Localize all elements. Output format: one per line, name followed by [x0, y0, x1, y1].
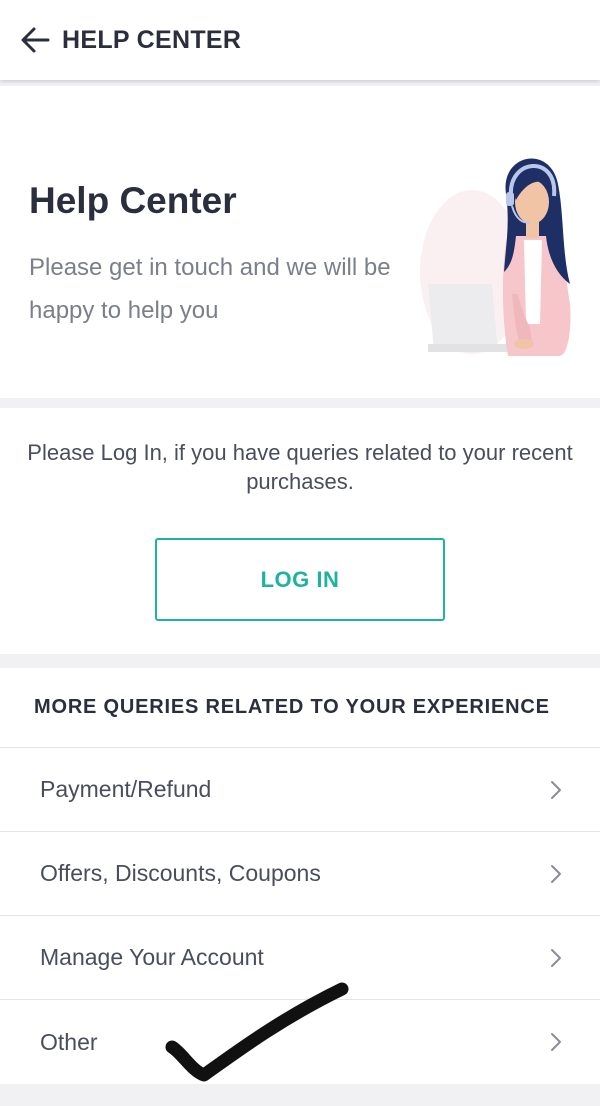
- top-app-bar: HELP CENTER: [0, 0, 600, 80]
- query-item-payment-refund[interactable]: Payment/Refund: [0, 748, 600, 832]
- hero-section: Help Center Please get in touch and we w…: [0, 86, 600, 398]
- login-prompt: Please Log In, if you have queries relat…: [27, 440, 573, 494]
- query-item-label: Offers, Discounts, Coupons: [40, 860, 321, 886]
- arrow-left-icon: [21, 27, 50, 53]
- hero-subtitle: Please get in touch and we will be happy…: [29, 254, 391, 324]
- query-item-label: Payment/Refund: [40, 776, 212, 802]
- chevron-right-icon: [551, 780, 561, 799]
- query-item-offers[interactable]: Offers, Discounts, Coupons: [0, 832, 600, 916]
- queries-heading: MORE QUERIES RELATED TO YOUR EXPERIENCE: [0, 668, 600, 748]
- chevron-right-icon: [551, 948, 561, 967]
- hero-title: Help Center: [29, 180, 237, 221]
- login-button[interactable]: LOG IN: [155, 538, 445, 621]
- query-item-other[interactable]: Other: [0, 1000, 600, 1084]
- back-button[interactable]: [18, 23, 52, 57]
- query-item-manage-account[interactable]: Manage Your Account: [0, 916, 600, 1000]
- queries-section: MORE QUERIES RELATED TO YOUR EXPERIENCE …: [0, 668, 600, 1084]
- chevron-right-icon: [551, 1033, 561, 1051]
- chevron-right-icon: [551, 864, 561, 883]
- query-item-label: Other: [40, 1028, 98, 1055]
- query-item-label: Manage Your Account: [40, 944, 264, 970]
- support-agent-illustration: [420, 158, 571, 356]
- header-title: HELP CENTER: [62, 25, 242, 54]
- login-card: Please Log In, if you have queries relat…: [0, 408, 600, 654]
